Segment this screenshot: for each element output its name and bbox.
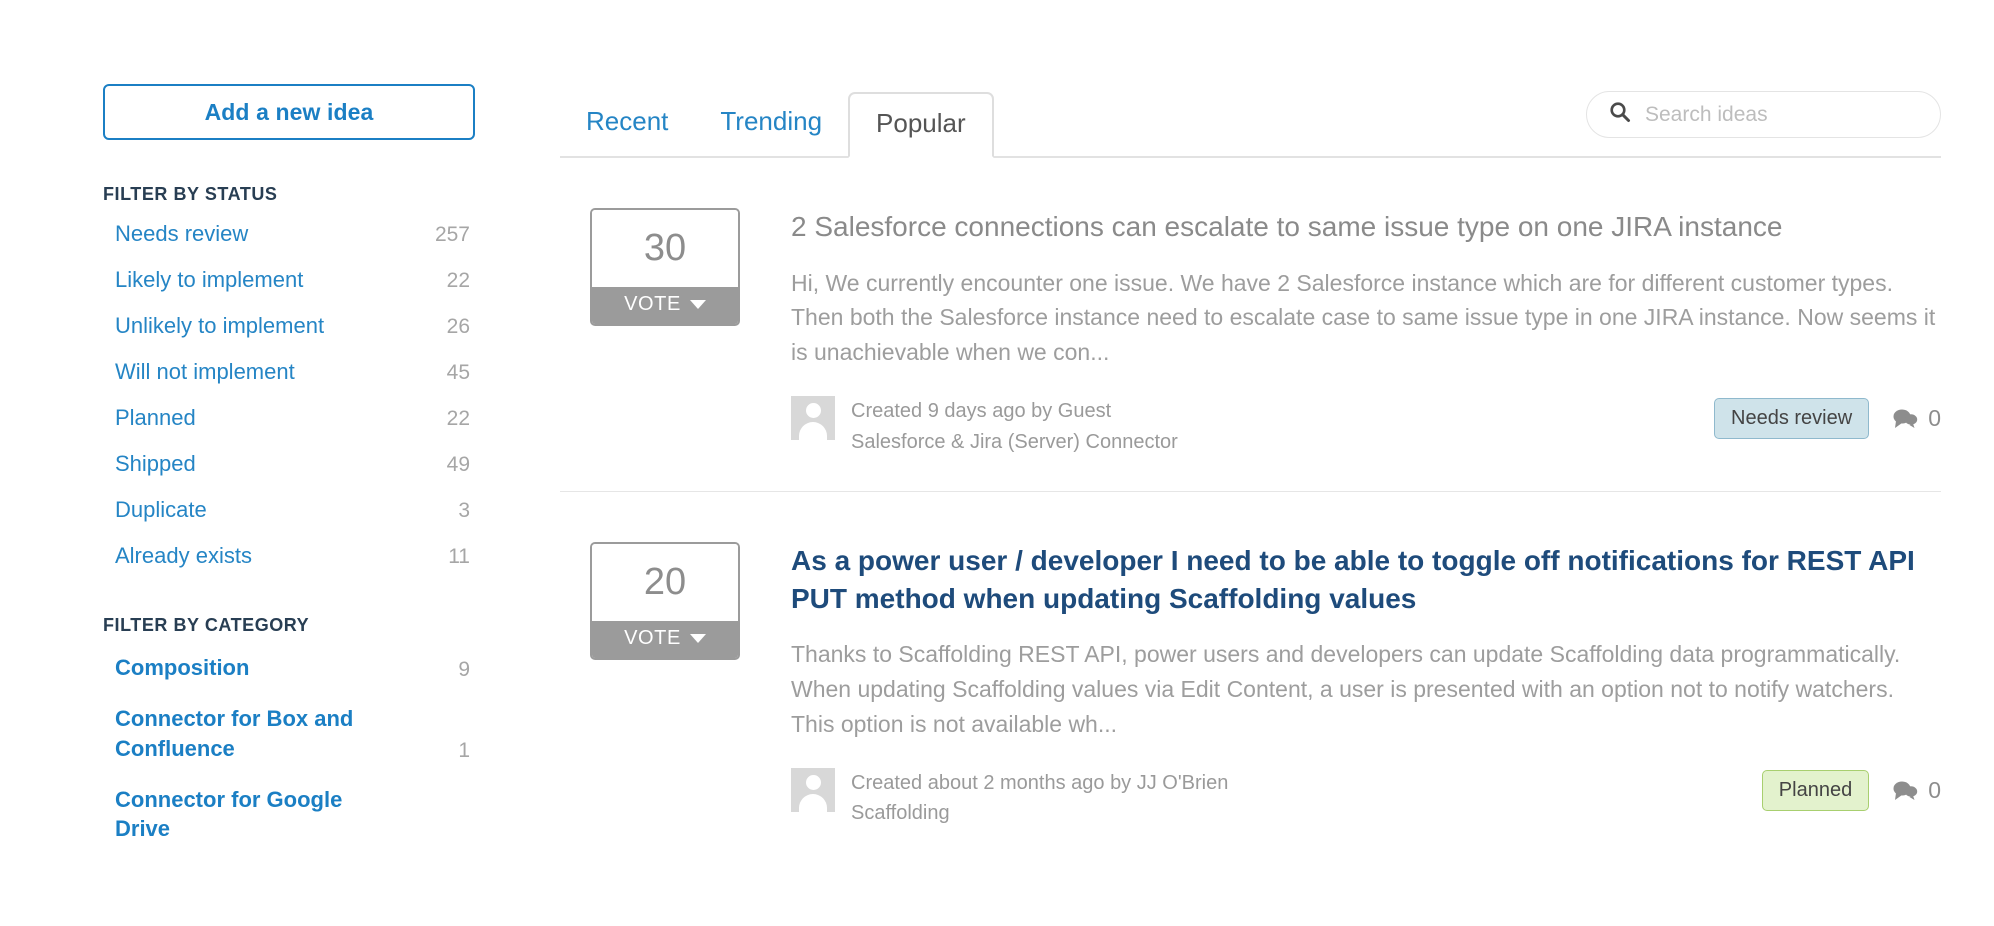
status-filter-item[interactable]: Planned 22 <box>103 395 470 441</box>
status-filter-item[interactable]: Likely to implement 22 <box>103 257 470 303</box>
status-filter-list: Needs review 257 Likely to implement 22 … <box>103 211 475 579</box>
status-filter-count: 26 <box>446 315 470 338</box>
idea-author: Created 9 days ago by Guest Salesforce &… <box>791 396 1178 457</box>
idea-body: As a power user / developer I need to be… <box>791 542 1941 829</box>
status-filter-label[interactable]: Will not implement <box>115 359 295 385</box>
idea-item: 30 VOTE 2 Salesforce connections can esc… <box>560 158 1941 493</box>
search-ideas <box>1586 91 1941 138</box>
status-filter-count: 11 <box>448 545 470 568</box>
idea-title[interactable]: 2 Salesforce connections can escalate to… <box>791 208 1941 246</box>
comment-count[interactable]: 0 <box>1891 777 1941 804</box>
category-filter-label[interactable]: Connector for Box and Confluence <box>115 704 380 763</box>
search-box[interactable] <box>1586 91 1941 138</box>
category-filter-item[interactable]: Connector for Box and Confluence 1 <box>103 693 470 774</box>
status-badge[interactable]: Planned <box>1761 770 1870 812</box>
idea-item: 20 VOTE As a power user / developer I ne… <box>560 492 1941 863</box>
idea-title[interactable]: As a power user / developer I need to be… <box>791 542 1941 617</box>
category-filter-label[interactable]: Connector for Google Drive <box>115 785 380 844</box>
ideas-portal-page: Add a new idea FILTER BY STATUS Needs re… <box>0 0 1994 926</box>
vote-button-label: VOTE <box>624 627 681 650</box>
idea-meta-text: Created 9 days ago by Guest Salesforce &… <box>851 396 1178 457</box>
vote-box[interactable]: 20 VOTE <box>590 542 740 661</box>
status-filter-count: 22 <box>446 269 470 292</box>
vote-button-label: VOTE <box>624 293 681 315</box>
avatar <box>791 396 835 441</box>
search-input[interactable] <box>1643 101 1926 128</box>
status-filter-item[interactable]: Already exists 11 <box>103 533 470 579</box>
tab-recent[interactable]: Recent <box>560 106 694 156</box>
idea-created-line: Created about 2 months ago by JJ O'Brien <box>851 772 1229 795</box>
category-filter-list: Composition 9 Connector for Box and Conf… <box>103 642 475 854</box>
status-filter-count: 3 <box>458 499 470 522</box>
status-filter-label[interactable]: Likely to implement <box>115 267 303 293</box>
idea-category-line: Salesforce & Jira (Server) Connector <box>851 430 1178 453</box>
status-filter-count: 49 <box>446 453 470 476</box>
chevron-down-icon <box>689 300 706 309</box>
add-new-idea-button[interactable]: Add a new idea <box>103 84 475 140</box>
category-filter-count: 9 <box>458 658 470 682</box>
status-filter-label[interactable]: Shipped <box>115 451 196 477</box>
comment-icon <box>1893 781 1918 800</box>
category-filter-count: 1 <box>458 738 470 762</box>
avatar <box>791 768 835 813</box>
vote-count: 20 <box>592 544 738 622</box>
status-filter-count: 22 <box>446 407 470 430</box>
comment-count[interactable]: 0 <box>1891 405 1941 432</box>
idea-list: 30 VOTE 2 Salesforce connections can esc… <box>560 158 1941 863</box>
idea-status-area: Planned 0 <box>1761 768 1941 812</box>
idea-sort-tabs: Recent Trending Popular <box>560 84 1941 158</box>
idea-description: Thanks to Scaffolding REST API, power us… <box>791 641 1901 738</box>
idea-meta: Created about 2 months ago by JJ O'Brien… <box>791 768 1941 829</box>
status-filter-count: 257 <box>434 223 470 246</box>
tab-popular[interactable]: Popular <box>848 92 994 158</box>
vote-button[interactable]: VOTE <box>592 621 738 659</box>
category-filter-item[interactable]: Composition 9 <box>103 642 470 693</box>
status-filter-item[interactable]: Will not implement 45 <box>103 349 470 395</box>
filter-by-category-heading: FILTER BY CATEGORY <box>103 615 310 635</box>
main-content: Recent Trending Popular Search ideas 30 … <box>560 84 1941 863</box>
vote-box[interactable]: 30 VOTE <box>590 208 740 326</box>
category-filter-label[interactable]: Composition <box>115 653 249 682</box>
status-filter-item[interactable]: Shipped 49 <box>103 441 470 487</box>
idea-body: 2 Salesforce connections can escalate to… <box>791 208 1941 457</box>
status-filter-label[interactable]: Duplicate <box>115 497 207 523</box>
vote-count: 30 <box>592 210 738 287</box>
idea-author: Created about 2 months ago by JJ O'Brien… <box>791 768 1228 829</box>
tab-trending[interactable]: Trending <box>694 106 848 156</box>
status-badge[interactable]: Needs review <box>1714 398 1870 440</box>
category-filter-item[interactable]: Connector for Google Drive <box>103 774 470 855</box>
status-filter-label[interactable]: Needs review <box>115 221 248 247</box>
status-filter-item[interactable]: Duplicate 3 <box>103 487 470 533</box>
idea-created-line: Created 9 days ago by Guest <box>851 400 1112 423</box>
chevron-down-icon <box>689 634 706 644</box>
status-filter-item[interactable]: Unlikely to implement 26 <box>103 303 470 349</box>
status-filter-label[interactable]: Already exists <box>115 543 252 569</box>
comment-icon <box>1893 409 1918 428</box>
sidebar: Add a new idea FILTER BY STATUS Needs re… <box>103 84 475 854</box>
idea-description: Hi, We currently encounter one issue. We… <box>791 269 1936 366</box>
status-filter-count: 45 <box>446 361 470 384</box>
idea-status-area: Needs review 0 <box>1714 396 1941 440</box>
idea-meta-text: Created about 2 months ago by JJ O'Brien… <box>851 768 1228 829</box>
filter-by-status-heading: FILTER BY STATUS <box>103 184 278 204</box>
search-icon <box>1609 101 1631 128</box>
status-filter-item[interactable]: Needs review 257 <box>103 211 470 257</box>
status-filter-label[interactable]: Unlikely to implement <box>115 313 324 339</box>
vote-button[interactable]: VOTE <box>592 287 738 324</box>
comment-count-value: 0 <box>1928 405 1941 432</box>
idea-meta: Created 9 days ago by Guest Salesforce &… <box>791 396 1941 457</box>
comment-count-value: 0 <box>1928 777 1941 804</box>
status-filter-label[interactable]: Planned <box>115 405 196 431</box>
idea-category-line: Scaffolding <box>851 802 950 825</box>
